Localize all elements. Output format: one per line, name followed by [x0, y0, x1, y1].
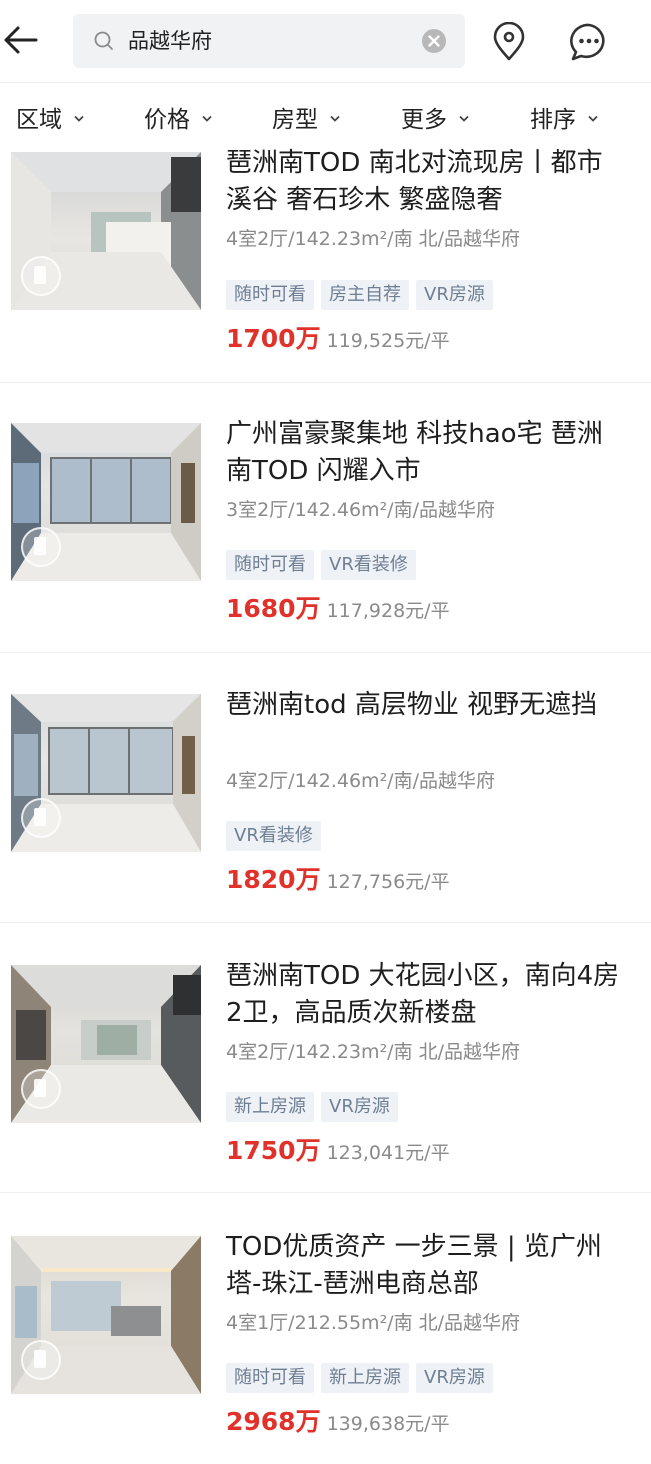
location-pin-icon[interactable] [491, 22, 527, 62]
listing-price-row: 1820万 127,756元/平 [226, 865, 450, 898]
listing-tag: 房主自荐 [321, 280, 409, 310]
listing-divider [0, 1192, 651, 1193]
search-icon [94, 31, 113, 50]
vr-badge-icon [21, 798, 61, 838]
listing-price-row: 1700万 119,525元/平 [226, 324, 450, 357]
search-bar[interactable]: 品越华府 [73, 14, 465, 68]
listing-tag: VR房源 [416, 1363, 493, 1393]
listing-tag: 新上房源 [321, 1363, 409, 1393]
listing-title: 琶洲南TOD 南北对流现房丨都市溪谷 奢石珍木 繁盛隐奢 [226, 148, 603, 215]
listing-total-price: 2968万 [226, 1407, 321, 1436]
listing-total-price: 1680万 [226, 594, 321, 623]
listing-title: 广州富豪聚集地 科技hao宅 琶洲南TOD 闪耀入市 [226, 419, 603, 486]
top-bar: 品越华府 [0, 0, 651, 82]
vr-badge-icon [21, 1340, 61, 1380]
listing-unit-price: 139,638元/平 [326, 1413, 450, 1435]
listing-card[interactable]: 琶洲南TOD 大花园小区，南向4房2卫，高品质次新楼盘 4室2厅/142.23m… [0, 923, 651, 1193]
listing-tags: 随时可看 新上房源 VR房源 [226, 1363, 500, 1393]
listing-tags: 随时可看 房主自荐 VR房源 [226, 280, 500, 310]
search-query-text[interactable]: 品越华府 [128, 27, 212, 55]
listing-tag: 随时可看 [226, 280, 314, 310]
vr-badge-icon [21, 1069, 61, 1109]
listing-card[interactable]: TOD优质资产 一步三景 | 览广州塔-珠江-琶洲电商总部 4室1厅/212.5… [0, 1194, 651, 1464]
vr-badge-icon [21, 256, 61, 296]
listing-price-row: 2968万 139,638元/平 [226, 1407, 450, 1440]
listing-tags: 新上房源 VR房源 [226, 1092, 405, 1122]
listing-unit-price: 119,525元/平 [326, 330, 450, 352]
clear-search-icon[interactable] [421, 28, 447, 54]
listing-card[interactable]: 广州富豪聚集地 科技hao宅 琶洲南TOD 闪耀入市 3室2厅/142.46m²… [0, 383, 651, 653]
listing-meta: 4室2厅/142.46m²/南/品越华府 [226, 770, 495, 792]
listing-unit-price: 127,756元/平 [326, 871, 450, 893]
listing-meta: 4室1厅/212.55m²/南 北/品越华府 [226, 1312, 521, 1334]
listing-tag: VR房源 [416, 280, 493, 310]
listing-photo [11, 152, 201, 310]
listing-title: 琶洲南TOD 大花园小区，南向4房2卫，高品质次新楼盘 [226, 961, 620, 1028]
listing-meta: 3室2厅/142.46m²/南/品越华府 [226, 499, 495, 521]
listing-title: TOD优质资产 一步三景 | 览广州塔-珠江-琶洲电商总部 [226, 1232, 602, 1299]
listing-tags: VR看装修 [226, 821, 328, 851]
listing-tag: VR看装修 [321, 550, 416, 580]
listing-photo [11, 423, 201, 581]
listing-price-row: 1750万 123,041元/平 [226, 1136, 450, 1169]
listing-unit-price: 123,041元/平 [326, 1142, 450, 1164]
listing-tags: 随时可看 VR看装修 [226, 550, 423, 580]
listing-tag: 随时可看 [226, 1363, 314, 1393]
listing-photo [11, 1236, 201, 1394]
listing-card[interactable]: 琶洲南TOD 南北对流现房丨都市溪谷 奢石珍木 繁盛隐奢 4室2厅/142.23… [0, 113, 651, 383]
listing-photo [11, 694, 201, 852]
message-icon[interactable] [569, 22, 609, 62]
listing-total-price: 1820万 [226, 865, 321, 894]
listing-title: 琶洲南tod 高层物业 视野无遮挡 [226, 690, 598, 720]
listing-total-price: 1700万 [226, 324, 321, 353]
listing-meta: 4室2厅/142.23m²/南 北/品越华府 [226, 228, 521, 250]
listing-tag: 新上房源 [226, 1092, 314, 1122]
listing-tag: VR看装修 [226, 821, 321, 851]
back-arrow-icon[interactable] [0, 18, 44, 62]
listing-tag: 随时可看 [226, 550, 314, 580]
listing-card[interactable]: 琶洲南tod 高层物业 视野无遮挡 4室2厅/142.46m²/南/品越华府 V… [0, 653, 651, 923]
vr-badge-icon [21, 527, 61, 567]
listing-total-price: 1750万 [226, 1136, 321, 1165]
listing-tag: VR房源 [321, 1092, 398, 1122]
listing-meta: 4室2厅/142.23m²/南 北/品越华府 [226, 1041, 521, 1063]
listing-photo [11, 965, 201, 1123]
listing-price-row: 1680万 117,928元/平 [226, 594, 450, 627]
listing-unit-price: 117,928元/平 [326, 600, 450, 622]
